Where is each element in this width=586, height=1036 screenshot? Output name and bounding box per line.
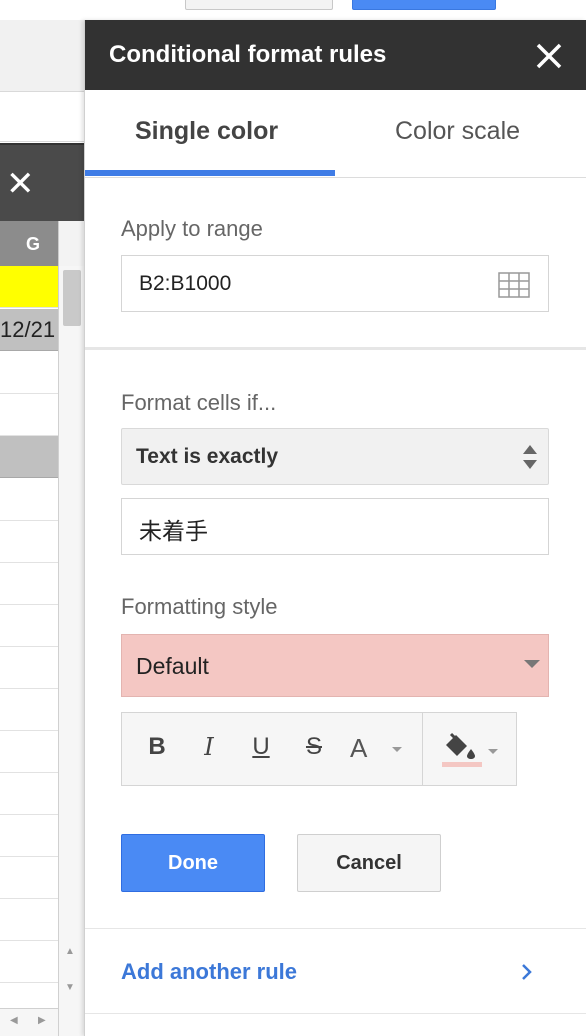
column-header-edge	[58, 221, 84, 266]
close-icon	[536, 43, 562, 69]
chevron-down-icon	[392, 747, 402, 752]
apply-range-label: Apply to range	[121, 216, 263, 241]
screen: ✕ G 12/21 ▲ ▼ ◀ ▶ Conditional format rul…	[0, 0, 586, 1036]
tab-label: Single color	[135, 117, 279, 145]
add-another-rule-link[interactable]: Add another rule	[85, 928, 586, 1014]
table-row[interactable]	[0, 689, 58, 731]
top-primary-button[interactable]	[352, 0, 496, 10]
table-row[interactable]	[0, 352, 58, 394]
horizontal-scrollbar[interactable]: ◀ ▶	[0, 1008, 58, 1036]
paint-bucket-icon	[442, 732, 482, 767]
section-divider	[85, 347, 586, 350]
condition-value-input[interactable]: 未着手	[121, 498, 549, 555]
table-row[interactable]	[0, 941, 58, 983]
add-rule-label: Add another rule	[121, 959, 298, 984]
sheet-dark-bar: ✕	[0, 143, 84, 221]
table-row[interactable]	[0, 773, 58, 815]
strikethrough-button[interactable]: S	[302, 733, 326, 767]
range-input[interactable]: B2:B1000	[121, 255, 549, 312]
cancel-button[interactable]: Cancel	[297, 834, 441, 892]
formatting-style-label: Formatting style	[121, 594, 278, 619]
chevron-down-icon	[488, 749, 498, 754]
done-button[interactable]: Done	[121, 834, 265, 892]
formatting-style-selected: Default	[136, 653, 209, 679]
table-row[interactable]	[0, 479, 58, 521]
table-row[interactable]	[0, 605, 58, 647]
scroll-left-icon[interactable]: ◀	[10, 1015, 18, 1026]
panel-header: Conditional format rules	[85, 20, 586, 90]
condition-select[interactable]: Text is exactly	[121, 428, 549, 485]
column-header-label: G	[26, 234, 41, 254]
text-color-button[interactable]: A	[350, 733, 406, 767]
tab-label: Color scale	[395, 117, 521, 145]
active-tab-indicator	[85, 170, 335, 176]
table-row[interactable]	[0, 647, 58, 689]
underline-button[interactable]: U	[250, 733, 272, 767]
tab-single-color[interactable]: Single color	[85, 90, 335, 178]
scroll-down-icon[interactable]: ▼	[65, 982, 75, 993]
scrollbar-thumb[interactable]	[63, 270, 81, 326]
rule-type-tabs: Single color Color scale	[85, 90, 586, 178]
table-row[interactable]	[0, 857, 58, 899]
fill-color-button[interactable]	[440, 732, 500, 767]
table-row[interactable]	[0, 521, 58, 563]
table-row[interactable]	[0, 731, 58, 773]
table-row[interactable]	[0, 394, 58, 436]
toolbar-separator	[422, 713, 423, 785]
table-row[interactable]	[0, 436, 58, 478]
table-row[interactable]	[0, 266, 58, 308]
chevron-down-icon	[524, 660, 540, 668]
range-value: B2:B1000	[139, 272, 232, 295]
table-row[interactable]	[0, 899, 58, 941]
tab-color-scale[interactable]: Color scale	[335, 90, 586, 178]
scroll-right-icon[interactable]: ▶	[38, 1015, 46, 1026]
select-arrows-icon	[523, 445, 537, 469]
close-panel-button[interactable]	[529, 34, 569, 78]
close-icon[interactable]: ✕	[6, 167, 35, 201]
condition-selected: Text is exactly	[136, 445, 279, 468]
chevron-right-icon	[522, 964, 532, 980]
table-row[interactable]	[0, 563, 58, 605]
top-secondary-button[interactable]	[185, 0, 333, 10]
scroll-up-icon[interactable]: ▲	[65, 946, 75, 957]
column-header-g[interactable]: G	[0, 221, 58, 266]
formula-bar[interactable]	[0, 92, 84, 142]
spreadsheet-fragment: ✕ G 12/21 ▲ ▼ ◀ ▶	[0, 20, 84, 1036]
vertical-scrollbar[interactable]: ▲ ▼	[58, 266, 84, 1036]
text-color-label: A	[350, 733, 368, 763]
formatting-toolbar: B I U S A	[121, 712, 517, 786]
condition-value: 未着手	[139, 518, 208, 544]
format-cells-if-label: Format cells if...	[121, 390, 277, 415]
table-row[interactable]	[0, 815, 58, 857]
select-range-grid-icon[interactable]	[498, 272, 530, 298]
formatting-style-select[interactable]: Default	[121, 634, 549, 697]
cell-date: 12/21	[0, 317, 56, 342]
sheet-toolbar	[0, 20, 84, 92]
italic-button[interactable]: I	[198, 733, 220, 767]
panel-title: Conditional format rules	[109, 41, 387, 68]
conditional-format-panel: Conditional format rules Single color Co…	[84, 20, 586, 1036]
bold-button[interactable]: B	[146, 733, 168, 767]
table-row[interactable]: 12/21	[0, 309, 58, 351]
